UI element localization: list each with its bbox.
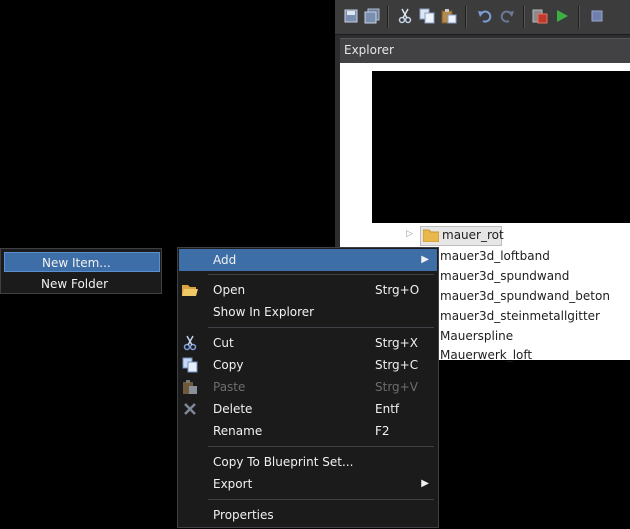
submenu-arrow-icon: ▶: [421, 478, 429, 489]
delete-icon: [182, 401, 198, 417]
cut-icon[interactable]: [395, 6, 415, 26]
paste-icon: [182, 379, 198, 395]
explorer-panel-header: Explorer: [340, 38, 630, 63]
menu-item-label: Copy: [213, 358, 244, 372]
folder-icon: [422, 228, 440, 245]
tree-item[interactable]: Mauerwerk_loft: [440, 345, 532, 365]
toolbar: [335, 0, 630, 35]
paste-menu-item[interactable]: Paste Strg+V: [179, 376, 437, 398]
menu-item-shortcut: Strg+O: [375, 283, 420, 297]
play-icon[interactable]: [552, 6, 572, 26]
menu-item-label: Copy To Blueprint Set...: [213, 455, 354, 469]
tree-item[interactable]: mauer3d_spundwand_beton: [440, 286, 610, 306]
toolbar-separator: [387, 6, 388, 28]
menu-item-label: Rename: [213, 424, 263, 438]
new-item-menu-item[interactable]: New Item...: [4, 252, 160, 272]
cut-menu-item[interactable]: Cut Strg+X: [179, 332, 437, 354]
toolbar-separator: [465, 6, 466, 28]
explorer-title: Explorer: [344, 43, 394, 57]
copy-menu-item[interactable]: Copy Strg+C: [179, 354, 437, 376]
menu-item-shortcut: Strg+V: [375, 380, 418, 394]
new-folder-menu-item[interactable]: New Folder: [4, 274, 160, 294]
add-menu-item[interactable]: Add ▶: [179, 249, 437, 271]
tree-item[interactable]: mauer3d_steinmetallgitter: [440, 306, 600, 326]
stop-icon[interactable]: [587, 6, 607, 26]
save-all-icon[interactable]: [362, 6, 382, 26]
cut-icon: [182, 335, 198, 351]
open-menu-item[interactable]: Open Strg+O: [179, 279, 437, 301]
menu-item-shortcut: Strg+X: [375, 336, 418, 350]
menu-item-label: New Folder: [41, 277, 109, 291]
export-menu-item[interactable]: Export ▶: [179, 473, 437, 495]
menu-item-label: Export: [213, 477, 253, 491]
expand-arrow-icon[interactable]: ▷: [406, 229, 413, 239]
menu-item-label: Delete: [213, 402, 253, 416]
toolbar-separator: [578, 6, 579, 28]
menu-item-label: Paste: [213, 380, 246, 394]
menu-separator: [208, 327, 434, 328]
menu-item-label: Properties: [213, 508, 274, 522]
tree-item[interactable]: mauer3d_spundwand: [440, 266, 569, 286]
redo-icon[interactable]: [497, 6, 517, 26]
properties-menu-item[interactable]: Properties: [179, 504, 437, 526]
menu-separator: [208, 274, 434, 275]
delete-menu-item[interactable]: Delete Entf: [179, 398, 437, 420]
menu-item-label: Cut: [213, 336, 234, 350]
menu-item-shortcut: Strg+C: [375, 358, 419, 372]
menu-item-label: New Item...: [42, 256, 111, 270]
context-menu: Add ▶ Open Strg+O Show In Explorer Cut S…: [177, 247, 439, 528]
toolbar-separator: [523, 6, 524, 28]
menu-separator: [208, 499, 434, 500]
tree-item[interactable]: Mauerspline: [440, 326, 513, 346]
menu-separator: [208, 446, 434, 447]
copy-to-blueprint-menu-item[interactable]: Copy To Blueprint Set...: [179, 451, 437, 473]
copy-icon: [182, 357, 198, 373]
open-folder-icon: [182, 282, 198, 298]
save-icon[interactable]: [341, 6, 361, 26]
undo-icon[interactable]: [475, 6, 495, 26]
menu-item-label: Show In Explorer: [213, 305, 315, 319]
redacted-region: [372, 71, 630, 223]
add-submenu: New Item... New Folder: [0, 248, 162, 294]
menu-item-label: Open: [213, 283, 246, 297]
menu-item-shortcut: Entf: [375, 402, 400, 416]
menu-item-shortcut: F2: [375, 424, 390, 438]
menu-item-label: Add: [213, 253, 237, 267]
tree-item[interactable]: mauer3d_loftband: [440, 246, 550, 266]
copy-icon[interactable]: [417, 6, 437, 26]
build-icon[interactable]: [530, 6, 550, 26]
submenu-arrow-icon: ▶: [421, 254, 429, 265]
rename-menu-item[interactable]: Rename F2: [179, 420, 437, 442]
show-in-explorer-menu-item[interactable]: Show In Explorer: [179, 301, 437, 323]
paste-icon[interactable]: [439, 6, 459, 26]
tree-item-label: mauer_rot: [442, 228, 504, 242]
